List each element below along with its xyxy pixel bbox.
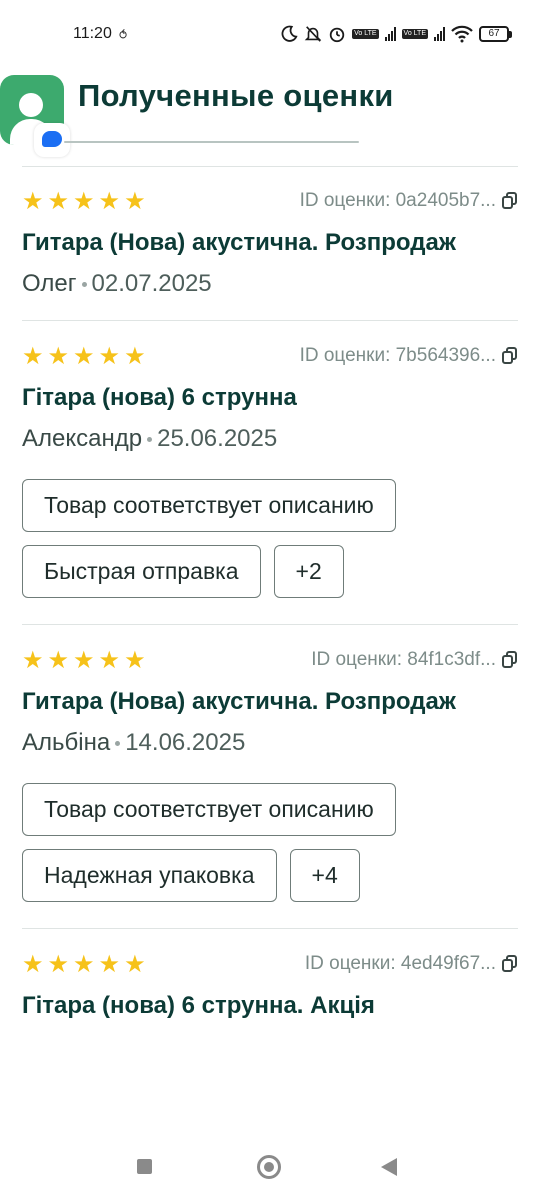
star-icon: ★ [47, 950, 70, 978]
bell-off-icon [304, 24, 322, 44]
review-meta: Александр 25.06.2025 [22, 425, 518, 453]
volte-icon: Vo LTE [352, 29, 379, 39]
product-name: Гітара (нова) 6 струнна [22, 384, 297, 411]
status-time: 11:20 [73, 25, 112, 42]
copy-icon[interactable] [502, 651, 518, 669]
page-title: Полученные оценки [78, 78, 394, 113]
review-card[interactable]: ★ ★ ★ ★ ★ ID оценки: 0a2405b7... Гитара … [22, 166, 518, 321]
title-underline [64, 141, 359, 143]
star-icon: ★ [124, 342, 146, 370]
sync-icon: ⥀ [119, 28, 128, 42]
author-name: Альбіна [22, 729, 111, 756]
signal-icon-2 [434, 27, 445, 41]
separator-dot [115, 740, 121, 746]
rating-stars: ★ ★ ★ ★ ★ [22, 344, 146, 368]
page-header: Полученные оценки [0, 70, 540, 167]
star-icon: ★ [47, 187, 70, 215]
separator-dot [147, 436, 153, 442]
battery-icon: 67 [479, 26, 512, 42]
review-date: 02.07.2025 [91, 270, 212, 297]
star-icon: ★ [73, 950, 95, 978]
alarm-icon [328, 24, 346, 44]
review-date: 25.06.2025 [157, 425, 278, 452]
copy-icon[interactable] [502, 347, 518, 365]
more-tags-chip[interactable]: +2 [273, 545, 344, 598]
more-tags-chip[interactable]: +4 [289, 849, 360, 902]
review-id-text: ID оценки: 0a2405b7... [299, 190, 496, 211]
review-id-text: ID оценки: 7b564396... [299, 345, 496, 366]
star-icon: ★ [98, 187, 121, 215]
tag-chip[interactable]: Товар соответствует описанию [22, 783, 396, 836]
tag-chip[interactable]: Товар соответствует описанию [22, 479, 396, 532]
tag-chip[interactable]: Надежная упаковка [22, 849, 277, 902]
review-id: ID оценки: 7b564396... [300, 345, 518, 367]
rating-stars: ★ ★ ★ ★ ★ [22, 952, 146, 976]
product-name: Гитара (Нова) акустична. Розпродаж [22, 688, 456, 715]
star-icon: ★ [22, 646, 44, 674]
back-button[interactable] [381, 1158, 397, 1176]
star-icon: ★ [73, 342, 95, 370]
rating-stars: ★ ★ ★ ★ ★ [22, 189, 146, 213]
star-icon: ★ [22, 187, 44, 215]
status-icons: Vo LTE Vo LTE 67 [280, 24, 512, 44]
review-id: ID оценки: 0a2405b7... [300, 190, 518, 212]
review-meta: Альбіна 14.06.2025 [22, 729, 518, 757]
star-icon: ★ [98, 342, 121, 370]
review-id-text: ID оценки: 84f1c3df... [311, 649, 496, 670]
system-nav-bar [0, 1134, 540, 1200]
moon-icon [280, 24, 298, 44]
tag-chip[interactable]: Быстрая отправка [22, 545, 261, 598]
copy-icon[interactable] [502, 192, 518, 210]
product-name: Гитара (Нова) акустична. Розпродаж [22, 229, 456, 256]
copy-icon[interactable] [502, 955, 518, 973]
home-button[interactable] [257, 1155, 281, 1179]
star-icon: ★ [47, 646, 70, 674]
message-bubble-icon[interactable] [34, 123, 70, 157]
reviews-list: ★ ★ ★ ★ ★ ID оценки: 0a2405b7... Гитара … [0, 166, 540, 1045]
product-name: Гітара (нова) 6 струнна. Акція [22, 992, 375, 1019]
star-icon: ★ [98, 646, 121, 674]
separator-dot [81, 281, 87, 287]
recents-button[interactable] [137, 1159, 152, 1174]
review-tags: Товар соответствует описанию Надежная уп… [22, 783, 518, 928]
review-id: ID оценки: 84f1c3df... [311, 649, 518, 671]
star-icon: ★ [124, 950, 146, 978]
review-card[interactable]: ★ ★ ★ ★ ★ ID оценки: 4ed49f67... Гітара … [22, 929, 518, 1045]
volte-icon-2: Vo LTE [401, 29, 428, 39]
review-tags: Товар соответствует описанию Быстрая отп… [22, 479, 518, 624]
review-card[interactable]: ★ ★ ★ ★ ★ ID оценки: 7b564396... Гітара … [22, 321, 518, 625]
author-name: Олег [22, 270, 77, 297]
rating-stars: ★ ★ ★ ★ ★ [22, 648, 146, 672]
star-icon: ★ [73, 646, 95, 674]
review-card[interactable]: ★ ★ ★ ★ ★ ID оценки: 84f1c3df... Гитара … [22, 625, 518, 929]
review-id-text: ID оценки: 4ed49f67... [304, 953, 496, 974]
battery-level: 67 [479, 26, 509, 42]
review-date: 14.06.2025 [125, 729, 246, 756]
review-meta: Олег 02.07.2025 [22, 270, 518, 298]
review-id: ID оценки: 4ed49f67... [305, 953, 518, 975]
star-icon: ★ [22, 342, 44, 370]
star-icon: ★ [73, 187, 95, 215]
star-icon: ★ [124, 187, 146, 215]
wifi-icon [451, 24, 473, 44]
star-icon: ★ [124, 646, 146, 674]
status-bar: 11:20 ⥀ Vo LTE Vo LTE 67 [0, 0, 540, 70]
star-icon: ★ [98, 950, 121, 978]
author-name: Александр [22, 425, 143, 452]
signal-icon [384, 27, 396, 41]
star-icon: ★ [47, 342, 70, 370]
star-icon: ★ [22, 950, 44, 978]
